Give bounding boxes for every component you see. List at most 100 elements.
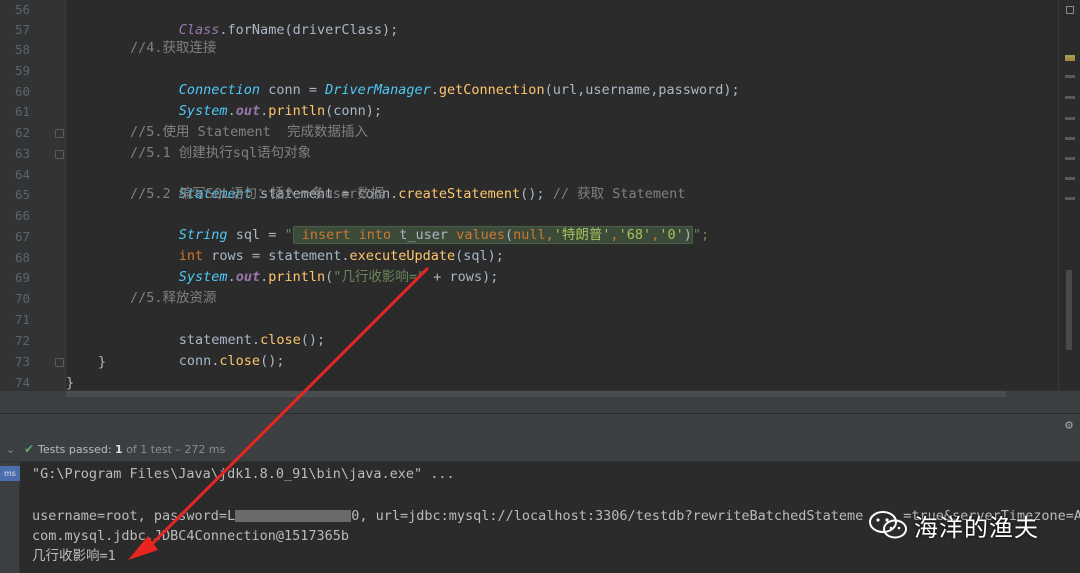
code-token: . bbox=[227, 269, 236, 285]
code-comment: //5.1 创建执行sql语句对象 bbox=[130, 145, 312, 161]
code-comment: // 获取 Statement bbox=[552, 186, 686, 202]
code-editor[interactable]: 56 57 58 59 60 61 62 63 64 65 66 67 68 6… bbox=[0, 0, 1080, 413]
gear-icon[interactable]: ⚙ bbox=[1065, 418, 1073, 433]
stripe-marker[interactable] bbox=[1065, 96, 1075, 99]
console-text: 0, url=jdbc:mysql://localhost:3306/testd… bbox=[351, 508, 864, 524]
line-number: 65 bbox=[14, 187, 30, 202]
line-number: 57 bbox=[14, 22, 30, 37]
code-token: out bbox=[235, 269, 261, 285]
sql-string: '特朗普' bbox=[553, 227, 611, 243]
watermark-text: 海洋的渔夫 bbox=[914, 513, 1039, 542]
line-number: 62 bbox=[14, 125, 30, 140]
code-token: (url,username,password); bbox=[544, 82, 740, 98]
console-line: "G:\Program Files\Java\jdk1.8.0_91\bin\j… bbox=[32, 466, 455, 482]
stripe-marker[interactable] bbox=[1065, 137, 1075, 140]
scrollbar-thumb[interactable] bbox=[66, 391, 1006, 397]
sql-string: '68' bbox=[618, 227, 652, 243]
stripe-marker[interactable] bbox=[1065, 75, 1075, 78]
console-text: username=root, password=L bbox=[32, 508, 236, 524]
editor-scrollbar[interactable] bbox=[1066, 270, 1072, 350]
code-token: . bbox=[227, 103, 236, 119]
code-comment: //5.使用 Statement 完成数据插入 bbox=[130, 124, 369, 140]
stripe-marker[interactable] bbox=[1065, 197, 1075, 200]
chevron-down-icon[interactable]: ⌄ bbox=[6, 437, 15, 462]
code-token: .forName(driverClass); bbox=[219, 22, 399, 38]
stripe-marker[interactable] bbox=[1065, 117, 1075, 120]
line-number: 60 bbox=[14, 84, 30, 99]
console-text: com.mysql.jdbc. bbox=[32, 528, 154, 544]
test-passed-icon: ✔ bbox=[24, 442, 35, 456]
code-token: . bbox=[430, 82, 439, 98]
status-detail: of 1 test – 272 ms bbox=[126, 443, 226, 456]
code-token: . bbox=[260, 103, 269, 119]
console-line: com.mysql.jdbc.JDBC4Connection@1517365b bbox=[32, 526, 349, 546]
code-string: "几行收影响=" bbox=[333, 269, 426, 285]
sql-token: ) bbox=[683, 227, 692, 243]
test-status-bar: ⌄ ✔ Tests passed: 1 of 1 test – 272 ms bbox=[0, 437, 1080, 462]
code-token: + rows); bbox=[425, 269, 499, 285]
warning-marker[interactable] bbox=[1065, 58, 1075, 61]
code-line: Class.forName(driverClass); bbox=[130, 0, 398, 38]
line-number: 66 bbox=[14, 208, 30, 223]
line-number: 70 bbox=[14, 291, 30, 306]
fold-marker-icon[interactable] bbox=[55, 129, 64, 138]
duration-badge: ms bbox=[0, 466, 20, 481]
sql-token: , bbox=[545, 227, 554, 243]
line-number: 68 bbox=[14, 250, 30, 265]
code-token: System bbox=[178, 269, 228, 285]
fold-marker-icon[interactable] bbox=[55, 358, 64, 367]
status-label: Tests passed: bbox=[38, 443, 112, 456]
code-token: "; bbox=[692, 227, 710, 243]
editor-horizontal-scrollbar[interactable] bbox=[0, 390, 1080, 413]
line-number-gutter[interactable]: 56 57 58 59 60 61 62 63 64 65 66 67 68 6… bbox=[0, 0, 66, 413]
wechat-icon bbox=[869, 511, 907, 539]
line-number: 58 bbox=[14, 42, 30, 57]
code-token: println bbox=[268, 103, 326, 119]
code-token: . bbox=[260, 269, 269, 285]
line-number: 74 bbox=[14, 375, 30, 390]
line-number: 63 bbox=[14, 146, 30, 161]
console-text: JDBC4Connection@1517365b bbox=[153, 528, 349, 544]
code-token: (); bbox=[520, 186, 553, 202]
code-line: System.out.println(conn); bbox=[130, 81, 382, 119]
run-panel-header bbox=[0, 413, 1080, 437]
code-line: conn.close(); bbox=[130, 331, 285, 369]
code-line: int rows = statement.executeUpdate(sql); bbox=[130, 226, 504, 264]
code-line: } bbox=[98, 354, 107, 370]
line-number: 73 bbox=[14, 354, 30, 369]
stripe-marker[interactable] bbox=[1065, 157, 1075, 160]
console-line: 几行收影响=1 bbox=[32, 548, 116, 564]
code-token: (); bbox=[260, 353, 285, 369]
error-stripe[interactable] bbox=[1058, 0, 1080, 413]
line-number: 56 bbox=[14, 2, 30, 17]
line-number: 64 bbox=[14, 167, 30, 182]
sql-token: ( bbox=[504, 227, 514, 243]
status-count: 1 bbox=[115, 443, 123, 456]
code-line: String sql = " insert into t_user values… bbox=[130, 205, 709, 244]
code-token: println bbox=[268, 269, 326, 285]
inspection-status-icon[interactable] bbox=[1066, 6, 1074, 14]
line-number: 69 bbox=[14, 270, 30, 285]
console-gutter: ms bbox=[0, 462, 20, 573]
watermark: 海洋的渔夫 bbox=[868, 505, 1039, 545]
code-comment: //4.获取连接 bbox=[130, 40, 217, 56]
code-token: (conn); bbox=[325, 103, 383, 119]
code-token: createStatement bbox=[398, 186, 521, 202]
code-line: statement.close(); bbox=[130, 310, 325, 348]
code-token: (); bbox=[300, 332, 326, 348]
stripe-marker[interactable] bbox=[1065, 177, 1075, 180]
code-line: Statement statement = conn.createStateme… bbox=[130, 164, 686, 202]
redacted-block bbox=[235, 510, 352, 522]
code-token: getConnection bbox=[438, 82, 545, 98]
line-number: 71 bbox=[14, 312, 30, 327]
sql-keyword: null bbox=[513, 227, 546, 243]
code-token: out bbox=[235, 103, 261, 119]
fold-marker-icon[interactable] bbox=[55, 150, 64, 159]
code-token: close bbox=[219, 353, 261, 369]
code-token: Class bbox=[178, 22, 220, 38]
code-token: System bbox=[178, 103, 228, 119]
code-line: Connection conn = DriverManager.getConne… bbox=[130, 60, 740, 98]
sql-token: , bbox=[610, 227, 619, 243]
code-area[interactable]: Class.forName(driverClass); //4.获取连接 Con… bbox=[66, 0, 1058, 413]
test-status-text: Tests passed: 1 of 1 test – 272 ms bbox=[38, 437, 225, 462]
